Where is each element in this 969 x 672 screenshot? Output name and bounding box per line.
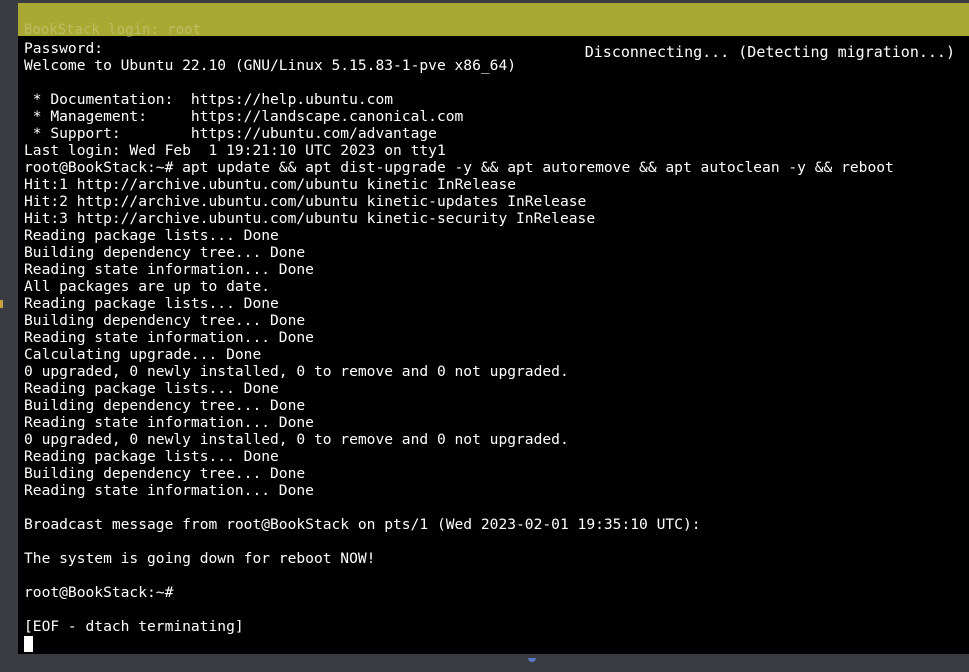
terminal-line: Reading state information... Done xyxy=(24,414,314,431)
terminal-window[interactable]: Disconnecting... (Detecting migration...… xyxy=(18,3,969,654)
terminal-line: Welcome to Ubuntu 22.10 (GNU/Linux 5.15.… xyxy=(24,57,517,74)
bottom-indicator-icon xyxy=(528,658,536,662)
terminal-line: Broadcast message from root@BookStack on… xyxy=(24,516,701,533)
terminal-line: Building dependency tree... Done xyxy=(24,465,306,482)
terminal-line: Last login: Wed Feb 1 19:21:10 UTC 2023 … xyxy=(24,142,446,159)
terminal-line: * Documentation: https://help.ubuntu.com xyxy=(24,91,394,108)
terminal-line: Reading package lists... Done xyxy=(24,227,279,244)
block-cursor-icon xyxy=(24,636,33,652)
bottom-bar xyxy=(0,654,969,672)
terminal-line: * Support: https://ubuntu.com/advantage xyxy=(24,125,437,142)
terminal-line: Password: xyxy=(24,40,104,57)
terminal-line: root@BookStack:~# xyxy=(24,584,174,601)
terminal-line: [EOF - dtach terminating] xyxy=(24,618,244,635)
terminal-line: Hit:1 http://archive.ubuntu.com/ubuntu k… xyxy=(24,176,517,193)
terminal-line: Reading package lists... Done xyxy=(24,295,279,312)
terminal-line: Calculating upgrade... Done xyxy=(24,346,262,363)
terminal-line: 0 upgraded, 0 newly installed, 0 to remo… xyxy=(24,363,569,380)
terminal-line: Reading state information... Done xyxy=(24,482,314,499)
terminal-line: Building dependency tree... Done xyxy=(24,397,306,414)
terminal-line: Reading package lists... Done xyxy=(24,448,279,465)
terminal-cursor-line xyxy=(24,635,894,652)
terminal-line: The system is going down for reboot NOW! xyxy=(24,550,376,567)
terminal-output: Password: Welcome to Ubuntu 22.10 (GNU/Li… xyxy=(24,40,894,652)
terminal-line: Building dependency tree... Done xyxy=(24,244,306,261)
left-sidebar-strip xyxy=(0,0,18,672)
terminal-line: All packages are up to date. xyxy=(24,278,271,295)
terminal-line: * Management: https://landscape.canonica… xyxy=(24,108,464,125)
terminal-line: Hit:3 http://archive.ubuntu.com/ubuntu k… xyxy=(24,210,596,227)
terminal-ghost-line: BookStack login: root xyxy=(24,22,202,38)
terminal-line: Building dependency tree... Done xyxy=(24,312,306,329)
app-frame: Disconnecting... (Detecting migration...… xyxy=(0,0,969,672)
terminal-line: Reading state information... Done xyxy=(24,329,314,346)
left-edge-marker xyxy=(0,300,3,308)
terminal-line: Reading state information... Done xyxy=(24,261,314,278)
terminal-line: 0 upgraded, 0 newly installed, 0 to remo… xyxy=(24,431,569,448)
terminal-line: Reading package lists... Done xyxy=(24,380,279,397)
terminal-line: root@BookStack:~# apt update && apt dist… xyxy=(24,159,894,176)
terminal-line: Hit:2 http://archive.ubuntu.com/ubuntu k… xyxy=(24,193,587,210)
